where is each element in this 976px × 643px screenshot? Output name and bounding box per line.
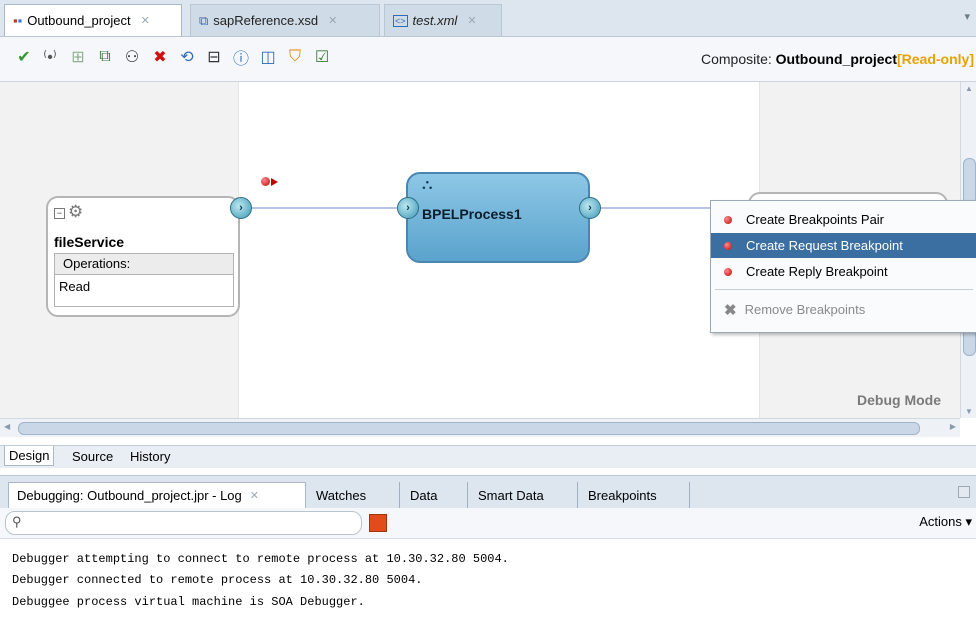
breakpoint-icon: [724, 215, 732, 224]
breakpoint-icon: [724, 267, 732, 276]
stop-icon[interactable]: [369, 514, 387, 532]
file-service-name: fileService: [54, 234, 125, 250]
composite-prefix: Composite:: [700, 51, 776, 67]
schema-icon: ⧉: [199, 12, 209, 28]
remove-icon: ✖: [724, 301, 737, 319]
layout-icon[interactable]: ⊟: [204, 47, 224, 67]
tab-smart-data[interactable]: Smart Data: [470, 482, 578, 508]
tab-label: sapReference.xsd: [213, 13, 319, 28]
scroll-down-icon[interactable]: ▼: [965, 407, 973, 416]
menu-item-label: Create Reply Breakpoint: [746, 264, 888, 279]
menu-item-label: Remove Breakpoints: [744, 302, 866, 317]
close-icon[interactable]: ✕: [467, 14, 476, 27]
log-output: Debugger attempting to connect to remote…: [0, 539, 976, 643]
add-icon[interactable]: ⊞: [68, 47, 88, 67]
close-icon[interactable]: ✕: [250, 489, 259, 502]
tab-sapreference[interactable]: ⧉ sapReference.xsd ✕: [190, 4, 380, 36]
log-line: Debuggee process virtual machine is SOA …: [12, 595, 365, 609]
frame-icon[interactable]: ◫: [258, 47, 278, 67]
tab-test-xml[interactable]: <> test.xml ✕: [384, 4, 502, 36]
actions-button[interactable]: Actions ▾: [919, 514, 972, 530]
bpel-process-card[interactable]: ⛬ BPELProcess1: [406, 172, 590, 263]
menu-divider: [715, 289, 973, 290]
wire-service-to-bpel: [252, 207, 400, 209]
menu-item-label: Create Request Breakpoint: [746, 238, 903, 253]
composite-label: Composite: Outbound_project[Read-only]: [701, 51, 974, 67]
security-icon[interactable]: ⛉: [285, 47, 305, 67]
log-toolbar: ⚲ Actions ▾: [0, 508, 976, 539]
service-port-icon[interactable]: ›: [230, 197, 252, 219]
copy-icon[interactable]: ⧉: [95, 47, 115, 67]
bpel-icon: ⛬: [422, 176, 433, 193]
adapter-icon: ⚙: [68, 202, 84, 221]
tab-debug-log[interactable]: Debugging: Outbound_project.jpr - Log ✕: [8, 482, 306, 508]
menu-create-reply-breakpoint[interactable]: Create Reply Breakpoint: [711, 259, 976, 284]
test-icon[interactable]: ⁽•⁾: [40, 47, 60, 67]
close-icon[interactable]: ✕: [328, 14, 337, 27]
tab-breakpoints[interactable]: Breakpoints: [580, 482, 690, 508]
search-icon: ⚲: [12, 514, 22, 529]
horizontal-scrollbar[interactable]: ◀ ▶: [0, 418, 960, 437]
log-line: Debugger attempting to connect to remote…: [12, 552, 509, 566]
operation-read[interactable]: Read: [55, 275, 233, 299]
search-input[interactable]: ⚲: [5, 511, 362, 535]
scroll-right-icon[interactable]: ▶: [950, 422, 956, 431]
scroll-left-icon[interactable]: ◀: [4, 422, 10, 431]
composite-toolbar: ✔ ⁽•⁾ ⊞ ⧉ ⚇ ✖ ⟲ ⊟ ⓘ ◫ ⛉ ☑ Composite: Out…: [0, 37, 976, 82]
tab-source[interactable]: Source: [68, 446, 117, 466]
collapse-icon[interactable]: −: [54, 208, 65, 219]
delete-icon[interactable]: ✖: [150, 47, 170, 67]
tab-design[interactable]: Design: [4, 446, 55, 466]
operations-box: Operations: Read: [54, 253, 234, 307]
editor-tab-bar: ▪▪ Outbound_project ✕ ⧉ sapReference.xsd…: [0, 0, 976, 37]
operations-header: Operations:: [55, 254, 233, 275]
breakpoint-arrow-icon: [271, 178, 278, 186]
composite-name: Outbound_project: [775, 51, 897, 67]
tab-history[interactable]: History: [126, 446, 174, 466]
tab-label: test.xml: [412, 13, 458, 28]
menu-item-label: Create Breakpoints Pair: [746, 212, 885, 227]
tab-outbound-project[interactable]: ▪▪ Outbound_project ✕: [4, 4, 182, 36]
scroll-up-icon[interactable]: ▲: [965, 84, 973, 93]
redo-icon[interactable]: ⟲: [177, 47, 197, 67]
xml-icon: <>: [393, 14, 408, 27]
menu-create-breakpoints-pair[interactable]: Create Breakpoints Pair: [711, 207, 976, 232]
minimize-icon[interactable]: [958, 486, 970, 498]
debug-mode-label: Debug Mode: [857, 392, 941, 408]
file-service-card[interactable]: − ⚙ fileService Operations: Read: [46, 196, 240, 317]
tab-watches[interactable]: Watches: [308, 482, 400, 508]
context-menu: Create Breakpoints Pair Create Request B…: [710, 200, 976, 333]
close-icon[interactable]: ✕: [141, 14, 150, 27]
checklist-icon[interactable]: ☑: [312, 47, 332, 67]
bpel-process-name: BPELProcess1: [422, 206, 522, 222]
log-tab-bar: Debugging: Outbound_project.jpr - Log ✕ …: [0, 475, 976, 509]
validate-icon[interactable]: ✔: [14, 47, 34, 67]
tab-label: Outbound_project: [27, 13, 131, 28]
breakpoint-marker-icon[interactable]: [261, 177, 270, 186]
breakpoint-icon: [724, 241, 732, 250]
menu-create-request-breakpoint[interactable]: Create Request Breakpoint: [711, 233, 976, 258]
read-only-label: [Read-only]: [897, 51, 974, 67]
log-line: Debugger connected to remote process at …: [12, 573, 423, 587]
bpel-reference-port-icon[interactable]: ›: [579, 197, 601, 219]
composite-icon: ▪▪: [13, 13, 23, 28]
tab-label: Debugging: Outbound_project.jpr - Log: [17, 488, 242, 503]
view-tabs: Design Source History: [0, 445, 976, 468]
horizontal-scroll-thumb[interactable]: [18, 422, 920, 435]
find-icon[interactable]: ⚇: [122, 47, 142, 67]
info-icon[interactable]: ⓘ: [231, 47, 251, 68]
tab-data[interactable]: Data: [402, 482, 468, 508]
tab-list-icon[interactable]: ▾: [964, 10, 970, 23]
menu-remove-breakpoints: ✖ Remove Breakpoints: [711, 297, 976, 322]
bpel-service-port-icon[interactable]: ›: [397, 197, 419, 219]
